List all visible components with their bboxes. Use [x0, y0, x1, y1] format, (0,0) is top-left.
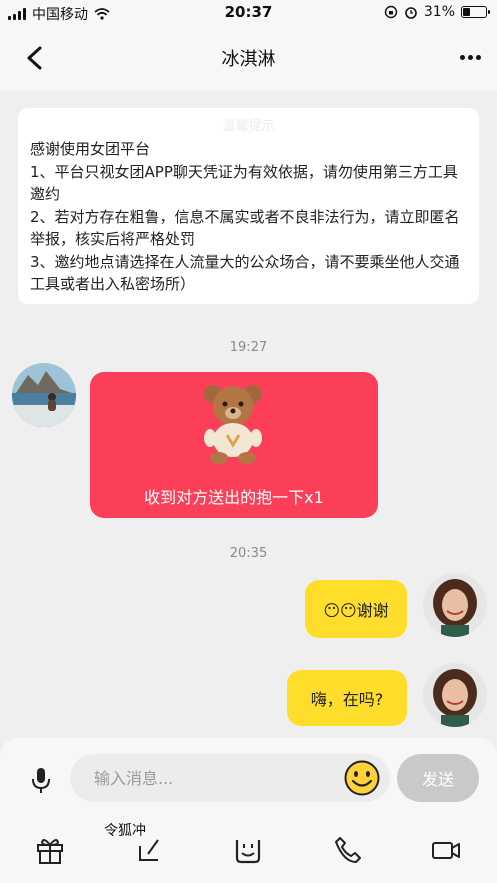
message-input[interactable] — [70, 754, 390, 802]
notice-line: 1、平台只视女团APP聊天凭证为有效依据，请勿使用第三方工具邀约 — [30, 162, 458, 204]
smile-icon[interactable] — [232, 834, 264, 866]
alarm-icon — [405, 7, 417, 19]
notice-title: 温馨提示 — [222, 119, 275, 134]
timestamp: 20:35 — [229, 546, 268, 561]
my-avatar[interactable] — [423, 663, 487, 727]
timestamp: 19:27 — [229, 340, 268, 355]
status-bar: 中国移动 20:37 31% — [0, 0, 497, 26]
gift-message-bubble[interactable]: 收到对方送出的抱一下x1 — [90, 372, 378, 518]
more-dots-icon[interactable] — [460, 55, 481, 60]
page-title: 冰淇淋 — [221, 49, 276, 70]
notice-line: 2、若对方存在粗鲁，信息不属实或者不良非法行为，请立即匿名举报，核实后将严格处罚 — [30, 207, 460, 249]
notice-card: 温馨提示 感谢使用女团平台 1、平台只视女团APP聊天凭证为有效依据，请勿使用第… — [18, 108, 479, 304]
my-avatar[interactable] — [423, 573, 487, 637]
phone-icon[interactable] — [332, 834, 364, 866]
nav-bar: 冰淇淋 — [0, 26, 497, 90]
gift-message-text: 收到对方送出的抱一下x1 — [144, 488, 324, 507]
status-right: 31% — [384, 4, 490, 20]
microphone-icon[interactable] — [30, 766, 52, 794]
battery-fill — [463, 8, 470, 16]
notice-line: 感谢使用女团平台 — [30, 140, 151, 158]
contact-avatar[interactable] — [12, 363, 76, 427]
rotation-lock-icon — [384, 5, 398, 19]
video-camera-icon[interactable] — [430, 834, 462, 866]
smiley-emoji-icon[interactable] — [344, 760, 380, 796]
battery-label: 31% — [423, 4, 455, 20]
sent-message-bubble[interactable]: 嗨，在吗? — [287, 670, 407, 726]
send-button[interactable]: 发送 — [397, 754, 479, 802]
input-area: 发送 令狐冲 — [0, 738, 497, 883]
battery-icon — [461, 6, 490, 18]
sent-message-bubble[interactable]: 😶😶谢谢 — [305, 580, 407, 638]
notice-line: 3、邀约地点请选择在人流量大的公众场合，请不要乘坐他人交通工具或者出入私密场所） — [30, 252, 460, 294]
edit-icon[interactable] — [134, 834, 166, 866]
teddy-bear-icon — [204, 385, 262, 464]
gift-icon[interactable] — [34, 834, 66, 866]
